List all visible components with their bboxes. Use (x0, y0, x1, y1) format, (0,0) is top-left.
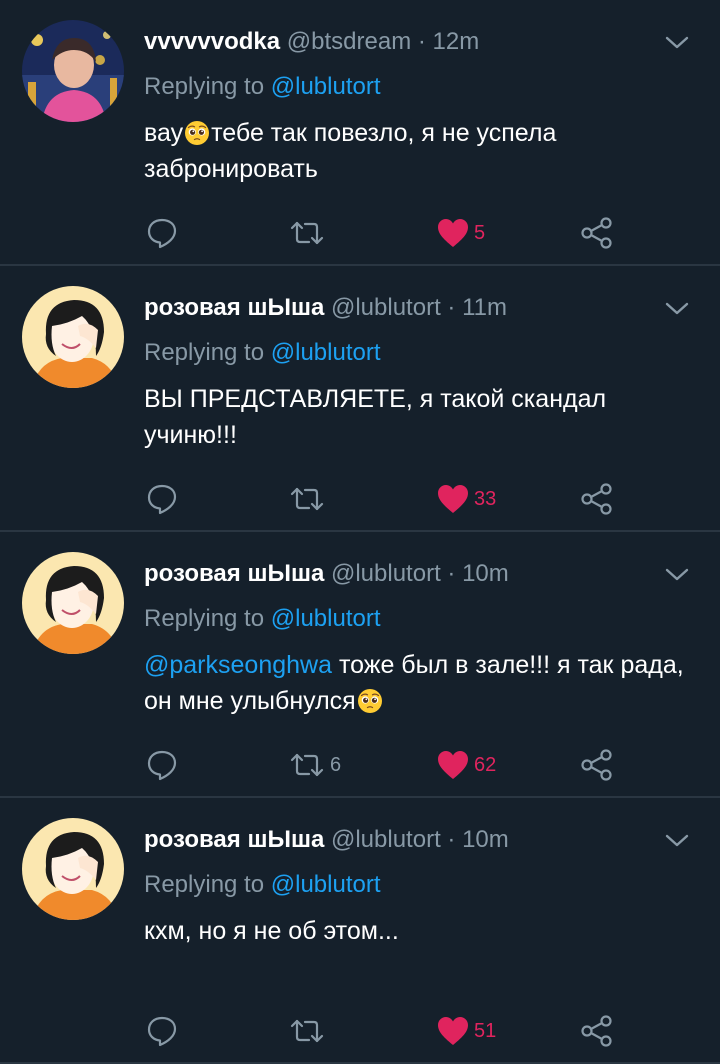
share-icon (580, 482, 614, 516)
tweet-text: @parkseonghwa тоже был в зале!!! я так р… (144, 647, 684, 719)
tweet-header: розовая шЫша @lublutort · 10m (144, 559, 509, 589)
replying-to: Replying to @lublutort (144, 870, 381, 900)
tweet-text: ВЫ ПРЕДСТАВЛЯЕТЕ, я такой скандал учиню!… (144, 381, 684, 453)
tweet-text-part: кхм, но я не об этом... (144, 917, 399, 945)
replying-to: Replying to @lublutort (144, 72, 381, 102)
user-handle[interactable]: @lublutort (331, 294, 441, 321)
replying-to-label: Replying to (144, 871, 265, 898)
replying-to-label: Replying to (144, 73, 265, 100)
like-count: 62 (474, 753, 497, 776)
tweet-text-part: ВЫ ПРЕДСТАВЛЯЕТЕ, я такой скандал учиню!… (144, 385, 607, 449)
replying-to-handle[interactable]: @lublutort (271, 339, 381, 366)
replying-to-handle[interactable]: @lublutort (271, 871, 381, 898)
timestamp[interactable]: 10m (462, 560, 509, 587)
avatar[interactable] (22, 818, 124, 920)
timestamp[interactable]: 11m (462, 294, 507, 321)
tweet[interactable]: розовая шЫша @lublutort · 11m Replying t… (0, 266, 720, 532)
tweet[interactable]: vvvvvvodka @btsdream · 12m Replying to @… (0, 0, 720, 266)
reply-icon (144, 481, 180, 517)
tweet-header: розовая шЫша @lublutort · 11m (144, 293, 507, 323)
tweet-header: vvvvvvodka @btsdream · 12m (144, 27, 479, 57)
display-name[interactable]: розовая шЫша (144, 560, 324, 587)
heart-icon (436, 1015, 470, 1047)
tweet-text: вау тебе так повезло, я не успела заброн… (144, 115, 684, 187)
chevron-down-icon[interactable] (664, 300, 690, 318)
retweet-icon (288, 481, 326, 517)
retweet-button[interactable] (288, 479, 330, 519)
like-count: 33 (474, 487, 497, 510)
replying-to: Replying to @lublutort (144, 338, 381, 368)
chevron-down-icon[interactable] (664, 34, 690, 52)
heart-icon (436, 217, 470, 249)
separator-dot: · (447, 294, 463, 321)
share-button[interactable] (580, 745, 614, 785)
separator-dot: · (447, 560, 463, 587)
tweet[interactable]: розовая шЫша @lublutort · 10m Replying t… (0, 532, 720, 798)
reply-button[interactable] (144, 1011, 180, 1051)
retweet-button[interactable]: 6 (288, 745, 341, 785)
like-button[interactable]: 5 (436, 213, 485, 253)
pleading-face-emoji-icon (184, 120, 210, 146)
user-handle[interactable]: @btsdream (287, 28, 411, 55)
separator-dot: · (417, 28, 433, 55)
avatar[interactable] (22, 20, 124, 122)
retweet-icon (288, 215, 326, 251)
reply-icon (144, 747, 180, 783)
replying-to-handle[interactable]: @lublutort (271, 605, 381, 632)
share-icon (580, 1014, 614, 1048)
tweet-actions: 33 (0, 479, 720, 519)
chevron-down-icon[interactable] (664, 832, 690, 850)
share-icon (580, 748, 614, 782)
tweet-actions: 51 (0, 1011, 720, 1051)
retweet-button[interactable] (288, 213, 330, 253)
mention-link[interactable]: @parkseonghwa (144, 651, 332, 679)
avatar[interactable] (22, 286, 124, 388)
reply-icon (144, 215, 180, 251)
share-icon (580, 216, 614, 250)
avatar[interactable] (22, 552, 124, 654)
replying-to-label: Replying to (144, 339, 265, 366)
tweet-text-part: вау (144, 119, 184, 147)
retweet-icon (288, 1013, 326, 1049)
tweet[interactable]: розовая шЫша @lublutort · 10m Replying t… (0, 798, 720, 1064)
tweet-header: розовая шЫша @lublutort · 10m (144, 825, 509, 855)
display-name[interactable]: розовая шЫша (144, 826, 324, 853)
share-button[interactable] (580, 1011, 614, 1051)
pleading-face-emoji-icon (357, 688, 383, 714)
tweet-feed: vvvvvvodka @btsdream · 12m Replying to @… (0, 0, 720, 1064)
reply-button[interactable] (144, 213, 180, 253)
heart-icon (436, 749, 470, 781)
heart-icon (436, 483, 470, 515)
like-button[interactable]: 62 (436, 745, 496, 785)
retweet-count: 6 (330, 753, 342, 776)
chevron-down-icon[interactable] (664, 566, 690, 584)
replying-to: Replying to @lublutort (144, 604, 381, 634)
separator-dot: · (447, 826, 463, 853)
timestamp[interactable]: 12m (433, 28, 480, 55)
tweet-text: кхм, но я не об этом... (144, 913, 684, 949)
reply-button[interactable] (144, 479, 180, 519)
replying-to-label: Replying to (144, 605, 265, 632)
share-button[interactable] (580, 479, 614, 519)
display-name[interactable]: vvvvvvodka (144, 28, 280, 55)
user-handle[interactable]: @lublutort (331, 826, 441, 853)
like-count: 5 (474, 221, 486, 244)
share-button[interactable] (580, 213, 614, 253)
retweet-icon (288, 747, 326, 783)
tweet-actions: 5 (0, 213, 720, 253)
reply-icon (144, 1013, 180, 1049)
user-handle[interactable]: @lublutort (331, 560, 441, 587)
like-count: 51 (474, 1019, 497, 1042)
timestamp[interactable]: 10m (462, 826, 509, 853)
like-button[interactable]: 51 (436, 1011, 496, 1051)
replying-to-handle[interactable]: @lublutort (271, 73, 381, 100)
display-name[interactable]: розовая шЫша (144, 294, 324, 321)
like-button[interactable]: 33 (436, 479, 496, 519)
reply-button[interactable] (144, 745, 180, 785)
retweet-button[interactable] (288, 1011, 330, 1051)
tweet-actions: 6 62 (0, 745, 720, 785)
